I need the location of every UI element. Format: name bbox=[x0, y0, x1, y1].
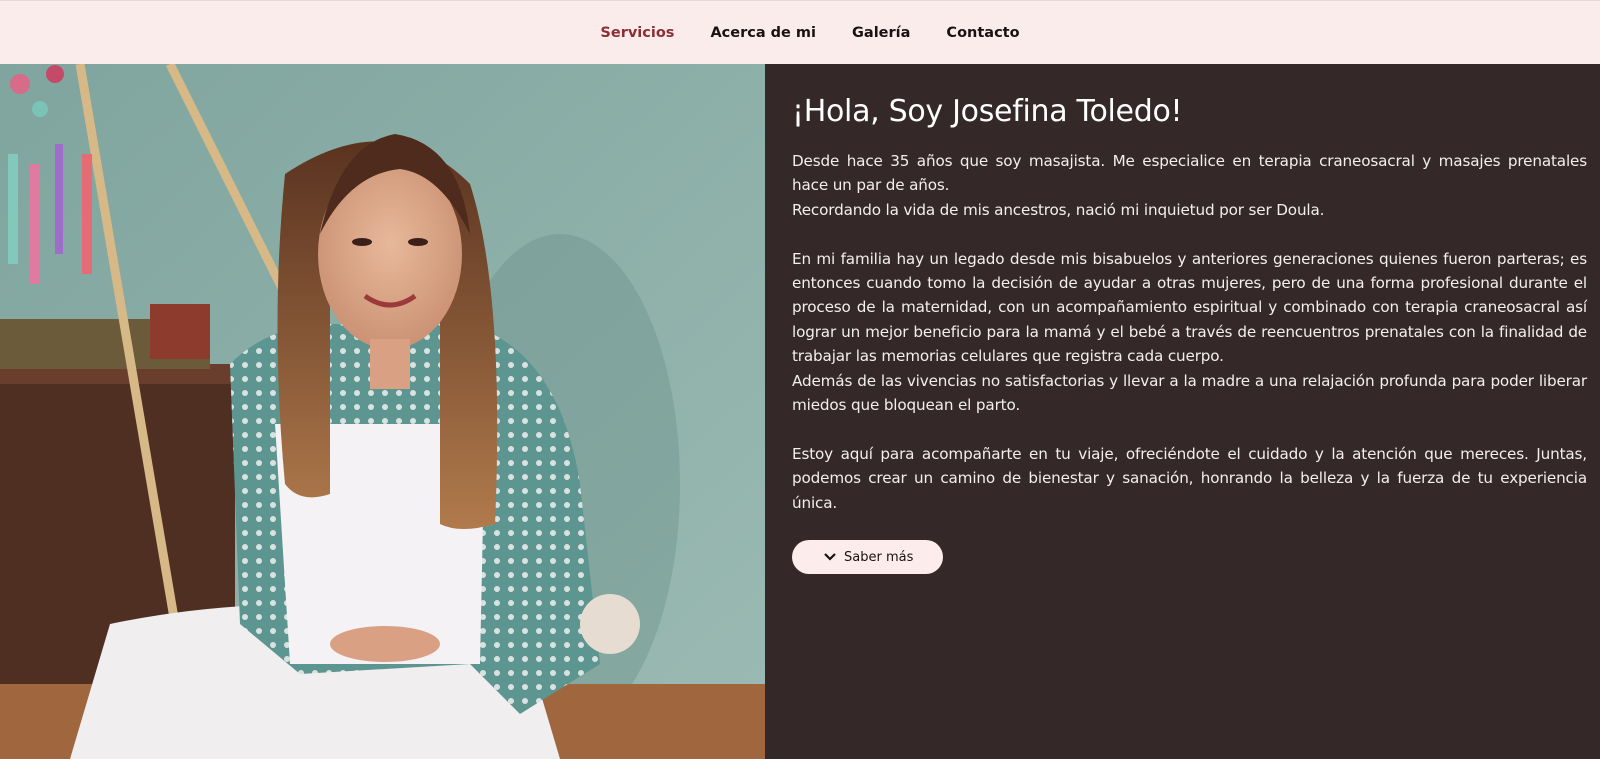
nav-link-contacto[interactable]: Contacto bbox=[946, 25, 1019, 41]
about-paragraph-1-line-1: Desde hace 35 años que soy masajista. Me… bbox=[792, 152, 1587, 195]
portrait-photo bbox=[0, 64, 765, 759]
about-paragraph-1: Desde hace 35 años que soy masajista. Me… bbox=[792, 149, 1587, 222]
nav-link-galeria[interactable]: Galería bbox=[852, 25, 910, 41]
about-paragraph-1-line-2: Recordando la vida de mis ancestros, nac… bbox=[792, 200, 1325, 219]
nav-link-acerca-de-mi[interactable]: Acerca de mi bbox=[710, 25, 816, 41]
saber-mas-button[interactable]: Saber más bbox=[792, 540, 943, 575]
about-panel: ¡Hola, Soy Josefina Toledo! Desde hace 3… bbox=[765, 64, 1600, 759]
portrait-illustration bbox=[0, 64, 765, 759]
about-paragraph-3: Además de las vivencias no satisfactoria… bbox=[792, 371, 1587, 415]
about-title: ¡Hola, Soy Josefina Toledo! bbox=[792, 94, 1183, 129]
about-paragraph-4: Estoy aquí para acompañarte en tu viaje,… bbox=[792, 444, 1587, 512]
about-paragraph-2: En mi familia hay un legado desde mis bi… bbox=[792, 249, 1587, 366]
top-navigation: Servicios Acerca de mi Galería Contacto bbox=[0, 0, 1600, 64]
nav-link-servicios[interactable]: Servicios bbox=[600, 25, 674, 41]
chevron-down-icon bbox=[824, 553, 836, 561]
saber-mas-label: Saber más bbox=[844, 549, 914, 565]
